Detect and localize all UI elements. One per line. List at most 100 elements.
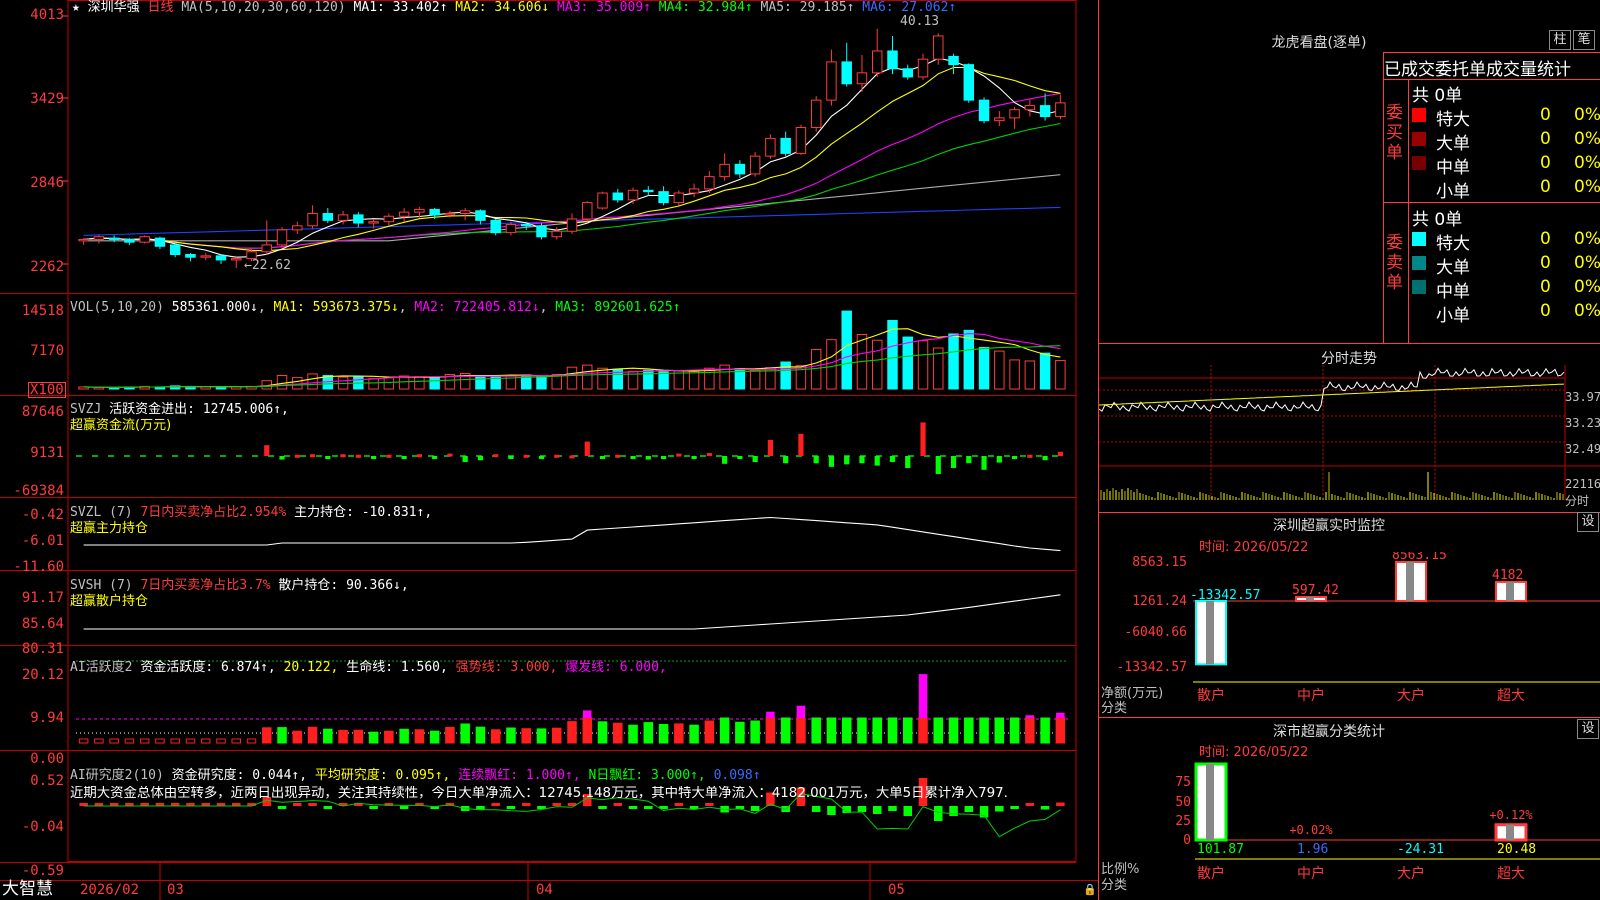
candle-body[interactable] xyxy=(948,55,959,66)
volume-bar[interactable] xyxy=(1039,352,1051,390)
candle-body[interactable] xyxy=(414,208,425,213)
flow-bar[interactable] xyxy=(874,456,880,466)
volume-bar[interactable] xyxy=(429,377,440,390)
research-bar[interactable] xyxy=(1040,806,1050,810)
activity-bar[interactable] xyxy=(796,717,806,744)
pen-mode-button[interactable]: 笔 xyxy=(1573,30,1595,50)
volume-bar[interactable] xyxy=(826,339,837,390)
volume-bar[interactable] xyxy=(917,340,929,390)
flow-bar[interactable] xyxy=(599,456,606,459)
activity-bar[interactable] xyxy=(902,717,913,744)
activity-bar[interactable] xyxy=(155,738,165,744)
activity-bar-top[interactable] xyxy=(766,711,775,718)
candle-body[interactable] xyxy=(566,218,578,232)
activity-bar[interactable] xyxy=(170,738,180,744)
activity-bar[interactable] xyxy=(887,717,898,744)
research-bar[interactable] xyxy=(399,806,409,809)
flow-bar[interactable] xyxy=(645,456,651,460)
activity-bar[interactable] xyxy=(872,717,882,744)
research-bar[interactable] xyxy=(827,806,836,815)
main-chart-canvas[interactable] xyxy=(0,0,1098,900)
flow-bar[interactable] xyxy=(569,455,575,459)
activity-bar[interactable] xyxy=(94,738,104,744)
candle-body[interactable] xyxy=(1009,109,1020,119)
activity-bar[interactable] xyxy=(719,717,730,744)
main-chart-area[interactable]: ★ 深圳华强 日线 MA(5,10,20,30,60,120) MA1: 33.… xyxy=(0,0,1098,900)
flow-bar[interactable] xyxy=(722,456,728,464)
candle-body[interactable] xyxy=(383,215,395,223)
candle-body[interactable] xyxy=(963,64,975,101)
flow-bar[interactable] xyxy=(508,456,514,459)
activity-bar[interactable] xyxy=(216,738,226,744)
activity-bar[interactable] xyxy=(811,717,821,744)
flow-bar[interactable] xyxy=(905,456,911,468)
activity-bar[interactable] xyxy=(1055,717,1066,744)
activity-bar[interactable] xyxy=(704,720,715,744)
activity-bar[interactable] xyxy=(750,720,760,744)
candle-body[interactable] xyxy=(582,202,593,220)
research-bar[interactable] xyxy=(705,803,714,806)
volume-bar[interactable] xyxy=(383,377,395,390)
candle-body[interactable] xyxy=(505,223,517,234)
volume-bar[interactable] xyxy=(963,329,975,390)
volume-bar[interactable] xyxy=(307,373,318,390)
activity-bar[interactable] xyxy=(506,727,516,744)
period-label[interactable]: 日线 xyxy=(148,0,174,15)
volume-bar[interactable] xyxy=(368,378,379,390)
activity-bar[interactable] xyxy=(689,724,699,744)
volume-bar[interactable] xyxy=(902,336,913,390)
candle-body[interactable] xyxy=(169,244,181,255)
research-bar[interactable] xyxy=(903,806,913,816)
activity-bar[interactable] xyxy=(109,738,119,744)
vol-unit-button[interactable]: X100 xyxy=(28,382,66,398)
flow-bar[interactable] xyxy=(294,454,300,458)
activity-bar[interactable] xyxy=(78,738,89,744)
candle-body[interactable] xyxy=(887,50,898,70)
candle-body[interactable] xyxy=(749,155,761,175)
flow-bar[interactable] xyxy=(493,454,499,458)
research-bar[interactable] xyxy=(521,803,531,806)
candle-body[interactable] xyxy=(673,192,685,204)
research-bar[interactable] xyxy=(888,806,897,811)
research-bar[interactable] xyxy=(949,806,958,816)
candle-body[interactable] xyxy=(154,237,166,247)
research-bar[interactable] xyxy=(308,803,317,806)
classify-chart[interactable]: 75 50 25 0 +0.02% +0.12% 101.87 1.96 -24.31 20.48… xyxy=(1099,760,1600,900)
research-bar[interactable] xyxy=(964,806,974,812)
candle-body[interactable] xyxy=(658,191,669,204)
candle-body[interactable] xyxy=(93,236,105,240)
candle-body[interactable] xyxy=(856,72,868,85)
volume-bar[interactable] xyxy=(704,367,715,390)
candle-body[interactable] xyxy=(994,117,1005,122)
candle-body[interactable] xyxy=(612,192,624,201)
candle-body[interactable] xyxy=(871,50,883,74)
candle-body[interactable] xyxy=(933,35,944,60)
volume-bar[interactable] xyxy=(398,375,410,390)
flow-bar[interactable] xyxy=(1011,456,1018,459)
flow-bar[interactable] xyxy=(859,456,865,464)
classify-settings-button[interactable]: 设 xyxy=(1577,719,1599,739)
candle-body[interactable] xyxy=(231,258,242,261)
research-bar[interactable] xyxy=(293,803,302,806)
activity-bar[interactable] xyxy=(185,738,196,744)
candle-body[interactable] xyxy=(398,211,410,217)
research-bar[interactable] xyxy=(506,806,516,809)
activity-bar[interactable] xyxy=(780,717,791,744)
activity-bar[interactable] xyxy=(384,730,394,744)
monitor-settings-button[interactable]: 设 xyxy=(1577,512,1599,532)
volume-bar[interactable] xyxy=(475,375,486,390)
volume-bar[interactable] xyxy=(978,346,990,390)
research-bar[interactable] xyxy=(644,806,653,809)
candle-body[interactable] xyxy=(551,230,562,238)
activity-bar[interactable] xyxy=(460,723,470,744)
candle-body[interactable] xyxy=(734,163,746,175)
flow-bar[interactable] xyxy=(706,453,712,456)
activity-bar[interactable] xyxy=(399,728,409,744)
research-bar[interactable] xyxy=(750,806,760,811)
activity-bar[interactable] xyxy=(445,726,455,744)
activity-bar[interactable] xyxy=(948,717,959,744)
volume-bar[interactable] xyxy=(658,371,669,390)
activity-bar[interactable] xyxy=(964,717,974,744)
flow-bar[interactable] xyxy=(386,454,392,458)
activity-bar[interactable] xyxy=(1040,717,1050,744)
